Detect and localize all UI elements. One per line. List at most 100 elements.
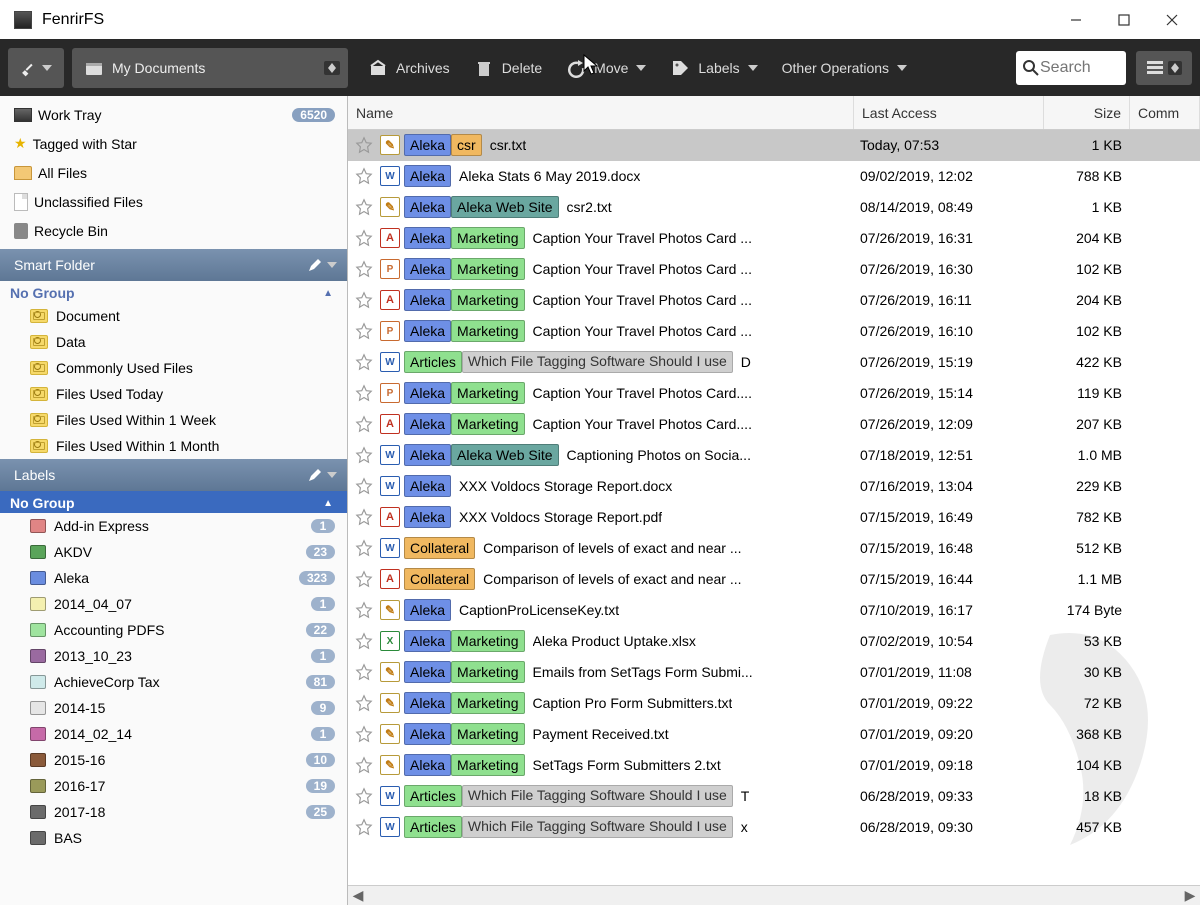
view-mode-button[interactable]	[1136, 51, 1192, 85]
window-minimize-button[interactable]	[1052, 5, 1100, 35]
location-dropdown[interactable]: My Documents	[72, 48, 348, 88]
smart-folder-item[interactable]: Commonly Used Files	[0, 355, 347, 381]
star-toggle[interactable]	[355, 756, 373, 774]
sidebar-item[interactable]: ★Tagged with Star	[0, 129, 347, 158]
file-row[interactable]: AlekaAleka Web SiteCaptioning Photos on …	[348, 440, 1200, 471]
star-toggle[interactable]	[355, 477, 373, 495]
column-comments[interactable]: Comm	[1130, 96, 1200, 129]
file-row[interactable]: AlekaMarketingPayment Received.txt07/01/…	[348, 719, 1200, 750]
star-toggle[interactable]	[355, 446, 373, 464]
file-row[interactable]: Alekacsrcsr.txtToday, 07:531 KB	[348, 130, 1200, 161]
sidebar-item[interactable]: Recycle Bin	[0, 216, 347, 245]
star-toggle[interactable]	[355, 353, 373, 371]
sidebar-item[interactable]: All Files	[0, 158, 347, 187]
chevron-down-icon	[748, 65, 758, 71]
smart-folder-item[interactable]: Files Used Today	[0, 381, 347, 407]
label-item[interactable]: AchieveCorp Tax81	[0, 669, 347, 695]
file-row[interactable]: ArticlesWhich File Tagging Software Shou…	[348, 781, 1200, 812]
labels-button[interactable]: Labels	[660, 48, 767, 88]
smart-folder-header[interactable]: Smart Folder	[0, 249, 347, 281]
star-toggle[interactable]	[355, 787, 373, 805]
label-item[interactable]: AKDV23	[0, 539, 347, 565]
file-row[interactable]: AlekaMarketingCaption Your Travel Photos…	[348, 285, 1200, 316]
file-type-icon	[380, 755, 400, 775]
horizontal-scrollbar[interactable]: ◀ ▶	[348, 885, 1200, 905]
column-last-access[interactable]: Last Access	[854, 96, 1044, 129]
star-toggle[interactable]	[355, 570, 373, 588]
file-row[interactable]: CollateralComparison of levels of exact …	[348, 533, 1200, 564]
label-item[interactable]: 2014_04_071	[0, 591, 347, 617]
file-row[interactable]: AlekaXXX Voldocs Storage Report.docx07/1…	[348, 471, 1200, 502]
labels-panel-header[interactable]: Labels	[0, 459, 347, 491]
star-toggle[interactable]	[355, 415, 373, 433]
file-tag: Aleka	[404, 165, 451, 187]
star-toggle[interactable]	[355, 663, 373, 681]
star-toggle[interactable]	[355, 539, 373, 557]
file-row[interactable]: AlekaMarketingAleka Product Uptake.xlsx0…	[348, 626, 1200, 657]
labels-nogroup[interactable]: No Group ▲	[0, 491, 347, 513]
smart-folder-item[interactable]: Files Used Within 1 Month	[0, 433, 347, 459]
count-badge: 6520	[292, 108, 335, 122]
label-item[interactable]: Add-in Express1	[0, 513, 347, 539]
star-toggle[interactable]	[355, 322, 373, 340]
label-item[interactable]: 2017-1825	[0, 799, 347, 825]
move-button[interactable]: Move	[556, 48, 656, 88]
scroll-right-icon[interactable]: ▶	[1180, 886, 1200, 905]
smart-folder-item[interactable]: Data	[0, 329, 347, 355]
file-row[interactable]: AlekaMarketingEmails from SetTags Form S…	[348, 657, 1200, 688]
label-item[interactable]: 2016-1719	[0, 773, 347, 799]
file-row[interactable]: AlekaMarketingCaption Your Travel Photos…	[348, 378, 1200, 409]
search-input[interactable]	[1040, 59, 1100, 77]
file-row[interactable]: AlekaAleka Web Sitecsr2.txt08/14/2019, 0…	[348, 192, 1200, 223]
sidebar-item[interactable]: Work Tray6520	[0, 100, 347, 129]
label-item[interactable]: Aleka323	[0, 565, 347, 591]
star-toggle[interactable]	[355, 508, 373, 526]
star-toggle[interactable]	[355, 384, 373, 402]
label-item[interactable]: BAS	[0, 825, 347, 851]
file-row[interactable]: AlekaMarketingCaption Your Travel Photos…	[348, 223, 1200, 254]
star-toggle[interactable]	[355, 291, 373, 309]
file-row[interactable]: AlekaXXX Voldocs Storage Report.pdf07/15…	[348, 502, 1200, 533]
star-toggle[interactable]	[355, 260, 373, 278]
delete-button[interactable]: Delete	[464, 48, 552, 88]
file-name: Aleka Product Uptake.xlsx	[533, 633, 696, 649]
scroll-left-icon[interactable]: ◀	[348, 886, 368, 905]
search-box[interactable]	[1016, 51, 1126, 85]
sidebar-item[interactable]: Unclassified Files	[0, 187, 347, 216]
star-toggle[interactable]	[355, 167, 373, 185]
paint-button[interactable]	[8, 48, 64, 88]
file-row[interactable]: AlekaMarketingCaption Your Travel Photos…	[348, 409, 1200, 440]
file-row[interactable]: ArticlesWhich File Tagging Software Shou…	[348, 812, 1200, 843]
label-item[interactable]: Accounting PDFS22	[0, 617, 347, 643]
star-toggle[interactable]	[355, 136, 373, 154]
label-item[interactable]: 2014_02_141	[0, 721, 347, 747]
star-toggle[interactable]	[355, 818, 373, 836]
window-maximize-button[interactable]	[1100, 5, 1148, 35]
archives-button[interactable]: Archives	[358, 48, 460, 88]
label-item[interactable]: 2014-159	[0, 695, 347, 721]
star-toggle[interactable]	[355, 229, 373, 247]
star-toggle[interactable]	[355, 632, 373, 650]
file-row[interactable]: AlekaMarketingCaption Your Travel Photos…	[348, 316, 1200, 347]
file-row[interactable]: ArticlesWhich File Tagging Software Shou…	[348, 347, 1200, 378]
file-row[interactable]: AlekaAleka Stats 6 May 2019.docx09/02/20…	[348, 161, 1200, 192]
file-row[interactable]: CollateralComparison of levels of exact …	[348, 564, 1200, 595]
file-row[interactable]: AlekaCaptionProLicenseKey.txt07/10/2019,…	[348, 595, 1200, 626]
file-row[interactable]: AlekaMarketingCaption Your Travel Photos…	[348, 254, 1200, 285]
column-size[interactable]: Size	[1044, 96, 1130, 129]
other-operations-button[interactable]: Other Operations	[772, 48, 917, 88]
smart-folder-item[interactable]: Document	[0, 303, 347, 329]
star-toggle[interactable]	[355, 725, 373, 743]
smart-folder-nogroup[interactable]: No Group ▲	[0, 281, 347, 303]
file-row[interactable]: AlekaMarketingSetTags Form Submitters 2.…	[348, 750, 1200, 781]
star-toggle[interactable]	[355, 601, 373, 619]
file-row[interactable]: AlekaMarketingCaption Pro Form Submitter…	[348, 688, 1200, 719]
file-size: 174 Byte	[1044, 602, 1130, 618]
column-name[interactable]: Name	[348, 96, 854, 129]
smart-folder-item[interactable]: Files Used Within 1 Week	[0, 407, 347, 433]
star-toggle[interactable]	[355, 198, 373, 216]
star-toggle[interactable]	[355, 694, 373, 712]
label-item[interactable]: 2015-1610	[0, 747, 347, 773]
label-item[interactable]: 2013_10_231	[0, 643, 347, 669]
window-close-button[interactable]	[1148, 5, 1196, 35]
